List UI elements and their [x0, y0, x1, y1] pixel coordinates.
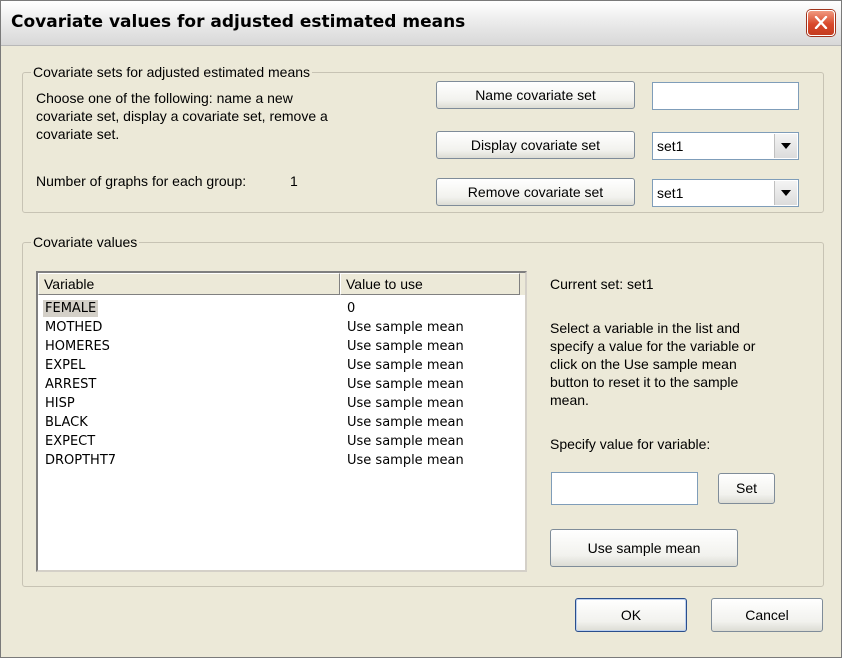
close-icon	[814, 16, 828, 29]
list-item[interactable]: HOMERES Use sample mean	[38, 337, 525, 356]
list-item[interactable]: MOTHED Use sample mean	[38, 318, 525, 337]
display-covariate-set-button[interactable]: Display covariate set	[436, 131, 635, 159]
instructions-line-2: covariate set, display a covariate set, …	[36, 108, 328, 124]
list-item[interactable]: FEMALE 0	[38, 299, 525, 318]
close-button[interactable]	[807, 10, 835, 36]
help-line-4: button to reset it to the sample	[550, 374, 739, 390]
variable-value: Use sample mean	[347, 358, 464, 373]
variable-name: FEMALE	[43, 300, 99, 317]
variable-name: ARREST	[45, 377, 97, 392]
variable-value: Use sample mean	[347, 396, 464, 411]
help-line-1: Select a variable in the list and	[550, 320, 740, 336]
list-item[interactable]: BLACK Use sample mean	[38, 413, 525, 432]
help-line-2: specify a value for the variable or	[550, 338, 756, 354]
instructions-line-1: Choose one of the following: name a new	[36, 90, 293, 106]
variable-name: MOTHED	[45, 320, 103, 335]
use-sample-mean-button[interactable]: Use sample mean	[550, 529, 738, 567]
covariate-sets-legend: Covariate sets for adjusted estimated me…	[33, 64, 311, 80]
list-item[interactable]: EXPEL Use sample mean	[38, 356, 525, 375]
chevron-down-icon	[781, 190, 791, 196]
cancel-button[interactable]: Cancel	[711, 598, 823, 632]
specify-value-label: Specify value for variable:	[550, 436, 711, 452]
display-set-value: set1	[657, 138, 684, 154]
column-header-value[interactable]: Value to use	[340, 273, 520, 295]
variable-value: Use sample mean	[347, 377, 464, 392]
help-line-3: click on the Use sample mean	[550, 356, 737, 372]
remove-covariate-set-button[interactable]: Remove covariate set	[436, 178, 635, 206]
instructions-line-3: covariate set.	[36, 126, 120, 142]
column-header-variable[interactable]: Variable	[38, 273, 340, 295]
chevron-down-icon	[781, 143, 791, 149]
list-item[interactable]: ARREST Use sample mean	[38, 375, 525, 394]
list-header: Variable Value to use	[38, 273, 525, 295]
current-set-label: Current set: set1	[550, 276, 654, 292]
remove-set-select[interactable]: set1	[652, 179, 799, 207]
variable-name: HISP	[45, 396, 75, 411]
variable-value-input[interactable]	[551, 472, 698, 505]
dialog-title: Covariate values for adjusted estimated …	[11, 12, 466, 32]
list-item[interactable]: DROPTHT7 Use sample mean	[38, 451, 525, 470]
display-set-dropdown-arrow[interactable]	[774, 134, 797, 158]
dialog-window: Covariate values for adjusted estimated …	[0, 0, 842, 658]
ok-button[interactable]: OK	[575, 598, 687, 632]
graphs-value: 1	[290, 173, 298, 189]
help-line-5: mean.	[550, 392, 589, 408]
covariate-set-name-input[interactable]	[652, 82, 799, 110]
variable-name: EXPEL	[45, 358, 86, 373]
graphs-label: Number of graphs for each group:	[36, 173, 247, 189]
variable-value: Use sample mean	[347, 320, 464, 335]
name-covariate-set-button[interactable]: Name covariate set	[436, 81, 635, 109]
list-item[interactable]: EXPECT Use sample mean	[38, 432, 525, 451]
list-rows: FEMALE 0 MOTHED Use sample mean HOMERES …	[38, 299, 525, 470]
variable-value: Use sample mean	[347, 415, 464, 430]
variable-name: HOMERES	[45, 339, 110, 354]
display-set-select[interactable]: set1	[652, 132, 799, 160]
variable-name: DROPTHT7	[45, 453, 117, 468]
title-bar[interactable]: Covariate values for adjusted estimated …	[1, 1, 841, 46]
variable-name: BLACK	[45, 415, 88, 430]
remove-set-dropdown-arrow[interactable]	[774, 181, 797, 205]
variable-value: Use sample mean	[347, 453, 464, 468]
set-button[interactable]: Set	[718, 473, 775, 504]
variable-name: EXPECT	[45, 434, 96, 449]
remove-set-value: set1	[657, 185, 684, 201]
covariate-values-legend: Covariate values	[33, 234, 138, 250]
variable-value: Use sample mean	[347, 434, 464, 449]
list-item[interactable]: HISP Use sample mean	[38, 394, 525, 413]
variable-value: 0	[347, 301, 356, 316]
variables-list[interactable]: Variable Value to use FEMALE 0 MOTHED Us…	[36, 271, 527, 572]
variable-value: Use sample mean	[347, 339, 464, 354]
